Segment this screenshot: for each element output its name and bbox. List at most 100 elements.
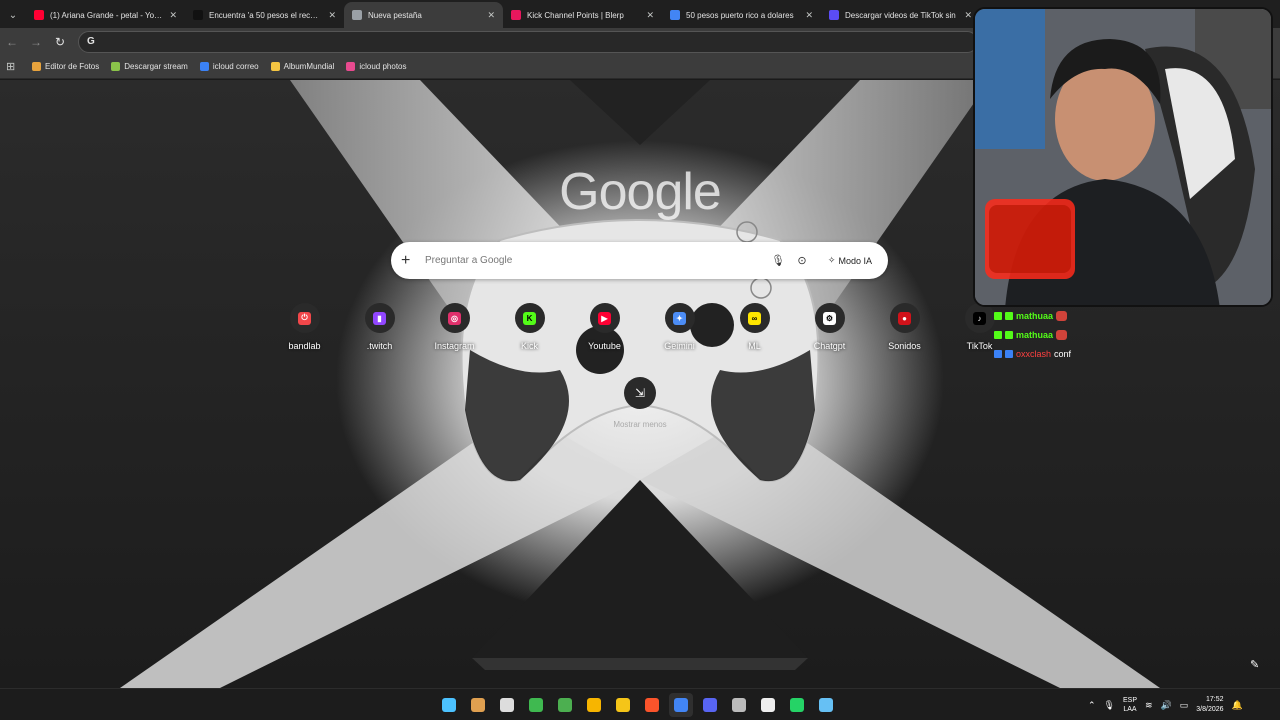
tab-search-button[interactable]: ⌄	[0, 2, 26, 28]
shortcut-tile[interactable]: ✦ Geimini	[642, 303, 717, 351]
chat-message: mathuaa	[994, 325, 1274, 344]
screen: ⌄ (1) Ariana Grande - petal - YouTube✕En…	[0, 0, 1280, 720]
shortcut-chatgpt-icon: ⚙	[823, 311, 836, 325]
bookmark-favicon-icon	[32, 62, 41, 71]
tab-title: Nueva pestaña	[368, 10, 422, 20]
bookmark-item[interactable]: icloud correo	[199, 62, 259, 71]
shortcut-tile[interactable]: ◎ Instagram	[417, 303, 492, 351]
shortcut-tile[interactable]: K Kick	[492, 303, 567, 351]
bookmark-item[interactable]: AlbumMundial	[270, 62, 334, 71]
shortcut-geimini-icon: ✦	[673, 311, 686, 325]
close-icon[interactable]: ✕	[328, 10, 336, 21]
browser-tab[interactable]: Kick Channel Points | Blerp ✕	[503, 2, 662, 28]
taskbar-capcut-icon[interactable]	[756, 693, 780, 717]
tab-favicon-icon	[352, 10, 362, 20]
volume-icon[interactable]: 🔊	[1161, 700, 1172, 711]
tab-title: 50 pesos puerto rico a dolares	[686, 10, 794, 20]
bookmark-item[interactable]: icloud photos	[346, 62, 407, 71]
taskbar-task-view-icon[interactable]	[466, 693, 490, 717]
taskbar-minecraft-icon[interactable]	[553, 693, 577, 717]
apps-grid-icon[interactable]: ⊞	[6, 60, 22, 73]
shortcut-icon-circle: ✦	[664, 303, 695, 333]
close-icon[interactable]: ✕	[964, 10, 972, 21]
shortcut-tile[interactable]: ∞ ML	[717, 303, 792, 351]
taskbar-whatsapp-icon[interactable]	[785, 693, 809, 717]
shortcut-tile[interactable]: ⏻ bandlab	[267, 303, 342, 351]
taskbar-apps	[437, 693, 838, 717]
taskbar-brave-icon[interactable]	[640, 693, 664, 717]
chat-badge-icon	[1005, 330, 1013, 339]
clock-time: 17:52	[1206, 696, 1224, 703]
taskbar-start-icon[interactable]	[437, 693, 461, 717]
shortcut-tile[interactable]: ● Sonidos	[867, 303, 942, 351]
notification-bell-icon[interactable]: 🔔	[1232, 700, 1243, 711]
chevron-up-icon[interactable]: ⌃	[1088, 700, 1096, 711]
clock[interactable]: 17:52 3/8/2026	[1196, 695, 1223, 715]
shortcut-label: Chatgpt	[813, 341, 846, 351]
microphone-icon[interactable]: 🎙	[1104, 700, 1115, 711]
lens-icon[interactable]: ⊙	[790, 254, 814, 267]
chat-badge-icon	[994, 311, 1002, 320]
clock-date: 3/8/2026	[1196, 706, 1224, 713]
chat-username: mathuaa	[1016, 329, 1054, 340]
xbox-icon	[529, 698, 543, 712]
capcut-icon	[761, 698, 775, 712]
taskbar-app-icon[interactable]	[582, 693, 606, 717]
bookmark-item[interactable]: Descargar stream	[111, 62, 188, 71]
browser-tab[interactable]: Encuentra 'a 50 pesos el recorte' ✕	[185, 2, 344, 28]
bookmark-item[interactable]: Editor de Fotos	[32, 62, 99, 71]
search-placeholder[interactable]: Preguntar a Google	[425, 255, 766, 266]
bookmark-favicon-icon	[270, 62, 280, 71]
taskbar-xbox-icon[interactable]	[524, 693, 548, 717]
address-bar[interactable]: G	[78, 30, 978, 53]
taskbar-chrome-icon[interactable]	[669, 693, 693, 717]
reload-button[interactable]: ↻	[48, 30, 72, 54]
customize-pencil-icon[interactable]: ✎	[1250, 658, 1259, 671]
collapse-shortcuts-button[interactable]: ⇲	[624, 377, 656, 409]
forward-button[interactable]: →	[24, 30, 48, 54]
shortcut-tile[interactable]: ▶ Youtube	[567, 303, 642, 351]
wifi-icon[interactable]: ≋	[1145, 700, 1153, 711]
shortcut-twitch-icon: ▮	[373, 311, 386, 325]
bookmark-label: Descargar stream	[124, 62, 188, 71]
close-icon[interactable]: ✕	[805, 10, 813, 21]
taskbar-obs-icon[interactable]	[727, 693, 751, 717]
shortcut-tile[interactable]: ⚙ Chatgpt	[792, 303, 867, 351]
shortcut-icon-circle: ⏻	[289, 303, 320, 333]
taskbar-discord-icon[interactable]	[698, 693, 722, 717]
shortcut-tile[interactable]: ▮ .twitch	[342, 303, 417, 351]
ntp-search-box[interactable]: + Preguntar a Google 🎙 ⊙ ✧ Modo IA	[391, 242, 888, 279]
shortcut-icon-circle: K	[514, 303, 545, 333]
microphone-icon[interactable]: 🎙	[766, 254, 790, 267]
arrow-right-icon: →	[30, 34, 42, 49]
shortcut-icon-circle: ●	[889, 303, 920, 333]
reload-icon: ↻	[54, 34, 66, 49]
back-button[interactable]: ←	[0, 30, 24, 54]
browser-tab[interactable]: Descargar videos de TikTok sin ✕	[821, 2, 980, 28]
language-indicator[interactable]: ESP LAA	[1123, 696, 1137, 714]
tab-favicon-icon	[34, 10, 44, 20]
stream-chat-overlay: mathuaa mathuaa oxxclash conf	[994, 306, 1274, 363]
bookmark-favicon-icon	[346, 62, 356, 71]
tab-title: Kick Channel Points | Blerp	[527, 10, 624, 20]
close-icon[interactable]: ✕	[487, 10, 495, 21]
shortcut-ml-icon: ∞	[748, 311, 761, 325]
chat-text: conf	[1054, 348, 1072, 359]
chrome-icon	[674, 698, 688, 712]
close-icon[interactable]: ✕	[169, 10, 177, 21]
shortcut-label: Sonidos	[888, 341, 921, 351]
ai-mode-button[interactable]: ✧ Modo IA	[822, 252, 878, 269]
taskbar-steam-icon[interactable]	[814, 693, 838, 717]
taskbar-store-icon[interactable]	[495, 693, 519, 717]
taskbar-explorer-icon[interactable]	[611, 693, 635, 717]
battery-icon[interactable]: ▭	[1180, 700, 1189, 711]
plus-icon[interactable]: +	[401, 252, 425, 270]
shortcut-icon-circle: ♪	[964, 303, 995, 333]
browser-tab[interactable]: 50 pesos puerto rico a dolares ✕	[662, 2, 821, 28]
sparkle-search-icon: ✧	[827, 255, 836, 265]
browser-tab[interactable]: Nueva pestaña ✕	[344, 2, 503, 28]
close-icon[interactable]: ✕	[646, 10, 654, 21]
chat-username: mathuaa	[1016, 310, 1054, 321]
browser-tab[interactable]: (1) Ariana Grande - petal - YouTube ✕	[26, 2, 185, 28]
shortcut-kick-icon: K	[523, 311, 536, 325]
